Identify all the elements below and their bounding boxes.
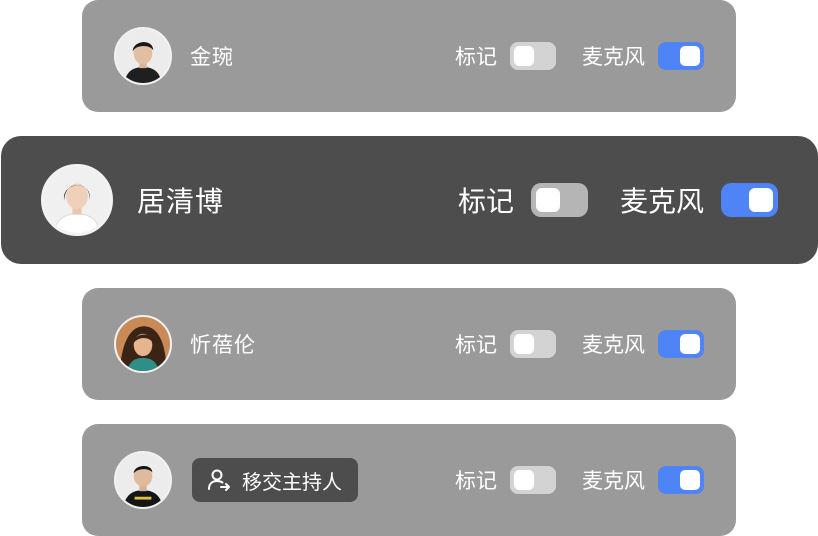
- mark-label: 标记: [455, 45, 497, 69]
- participant-name: 忻蓓伦: [190, 333, 256, 357]
- mark-control: 标记: [455, 329, 556, 359]
- mark-toggle[interactable]: [530, 183, 588, 217]
- mic-toggle[interactable]: [658, 466, 704, 494]
- user-transfer-icon: [208, 469, 230, 491]
- toggle-knob: [680, 334, 700, 354]
- mic-control: 麦克风: [582, 465, 704, 495]
- mic-label: 麦克风: [582, 45, 645, 69]
- participant-row: 忻蓓伦 标记 麦克风: [82, 288, 736, 400]
- toggle-knob: [749, 188, 773, 212]
- mark-control: 标记: [455, 465, 556, 495]
- avatar: [114, 315, 172, 373]
- avatar: [41, 164, 113, 236]
- mic-label: 麦克风: [582, 469, 645, 493]
- toggle-knob: [514, 46, 534, 66]
- toggle-knob: [514, 470, 534, 490]
- mic-toggle[interactable]: [658, 42, 704, 70]
- participant-row-focused: 居清博 标记 麦克风: [1, 136, 818, 264]
- toggle-knob: [535, 188, 560, 212]
- participant-name: 金琬: [190, 45, 234, 69]
- mic-toggle[interactable]: [658, 330, 704, 358]
- participant-list: 金琬 标记 麦克风 居清博 标记 麦克风 忻蓓伦 标记 麦克风 移交主持人 标记…: [0, 0, 818, 536]
- mic-control: 麦克风: [620, 180, 778, 220]
- participant-name: 居清博: [137, 185, 225, 218]
- avatar: [114, 451, 172, 509]
- toggle-knob: [680, 470, 700, 490]
- transfer-host-button[interactable]: 移交主持人: [192, 458, 358, 502]
- mark-control: 标记: [458, 180, 588, 220]
- transfer-host-label: 移交主持人: [242, 469, 342, 494]
- toggle-knob: [514, 334, 534, 354]
- mark-label: 标记: [455, 469, 497, 493]
- participant-row: 金琬 标记 麦克风: [82, 0, 736, 112]
- mark-label: 标记: [455, 333, 497, 357]
- mic-control: 麦克风: [582, 329, 704, 359]
- mic-toggle[interactable]: [721, 183, 778, 217]
- mic-label: 麦克风: [619, 185, 704, 218]
- mic-label: 麦克风: [582, 333, 645, 357]
- mark-label: 标记: [457, 185, 514, 218]
- mark-toggle[interactable]: [510, 330, 556, 358]
- mic-control: 麦克风: [582, 41, 704, 71]
- participant-row: 移交主持人 标记 麦克风: [82, 424, 736, 536]
- mark-toggle[interactable]: [510, 42, 556, 70]
- mark-control: 标记: [455, 41, 556, 71]
- toggle-knob: [680, 46, 700, 66]
- mark-toggle[interactable]: [510, 466, 556, 494]
- avatar: [114, 27, 172, 85]
